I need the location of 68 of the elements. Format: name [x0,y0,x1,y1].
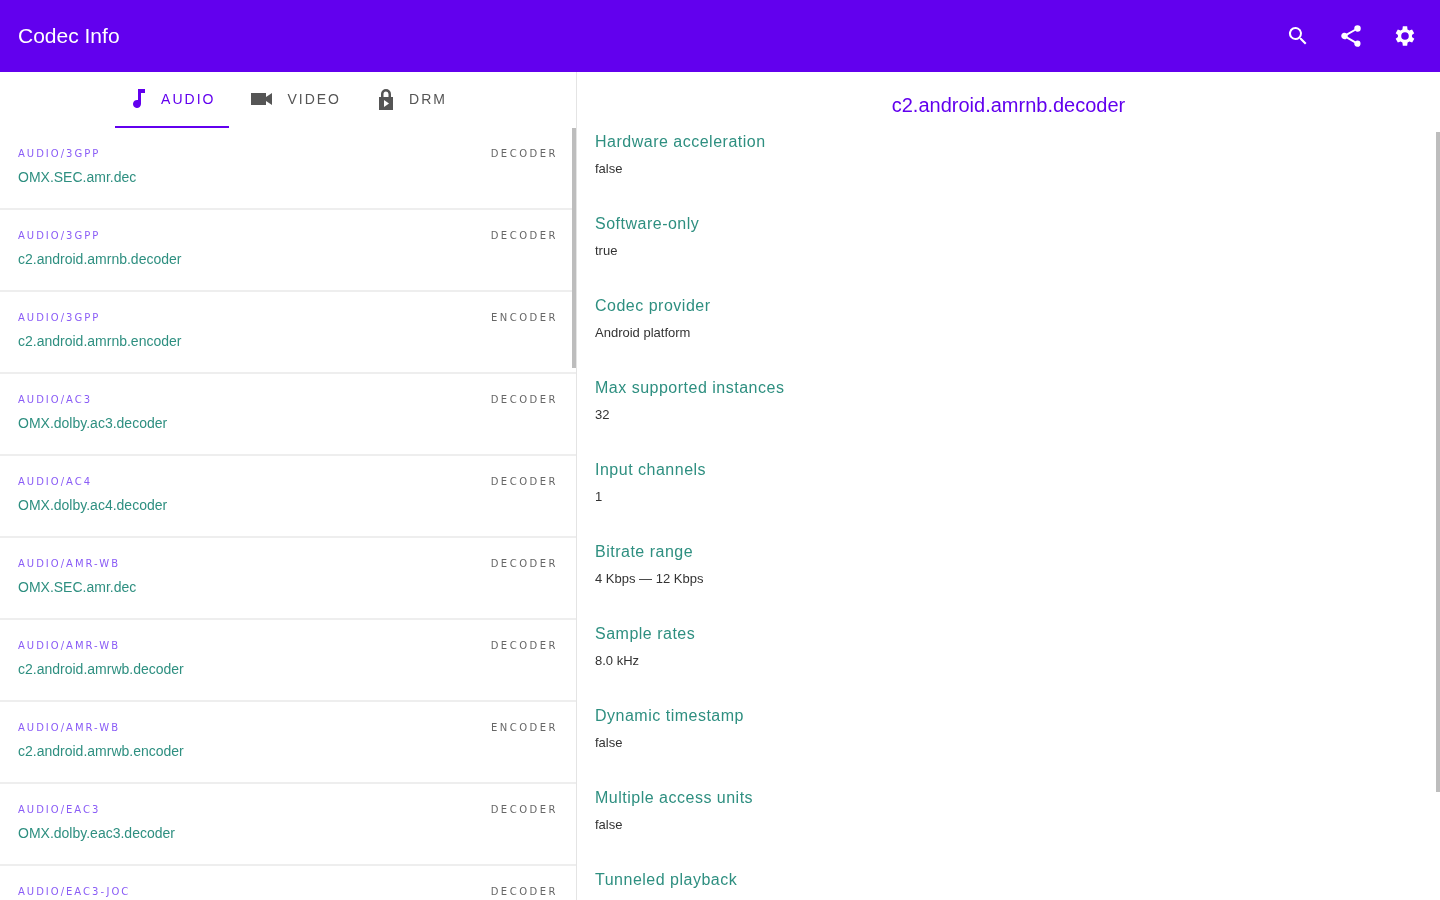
mime-type: AUDIO/AMR-WB [18,558,120,569]
mime-type: AUDIO/AC4 [18,476,93,487]
codec-type: DECODER [490,804,558,815]
codec-name: OMX.dolby.ac3.decoder [18,415,169,431]
share-icon[interactable] [1338,23,1364,49]
mime-type: AUDIO/3GPP [18,148,101,159]
codec-name: OMX.dolby.eac3.decoder [18,825,176,841]
property-label: Input channels [595,461,708,479]
codec-type: DECODER [490,148,558,159]
property-value: 8.0 kHz [595,653,641,668]
property-value: true [595,243,619,258]
property-value: Android platform [595,325,692,340]
property-value: false [595,735,624,750]
property-value: 4 Kbps — 12 Kbps [595,571,705,586]
property-value: 1 [595,489,604,504]
codec-list-item[interactable]: AUDIO/AC3 DECODER OMX.dolby.ac3.decoder [0,374,576,456]
codec-name: OMX.SEC.amr.dec [18,579,138,595]
mime-type: AUDIO/EAC3 [18,804,101,815]
mime-type: AUDIO/3GPP [18,312,101,323]
property-label: Codec provider [595,297,712,315]
codec-type: DECODER [490,640,558,651]
mime-type: AUDIO/AC3 [18,394,93,405]
property-value: false [595,161,624,176]
codec-title: c2.android.amrnb.decoder [890,94,1127,117]
codec-type: DECODER [490,476,558,487]
codec-type: ENCODER [490,312,558,323]
mime-type: AUDIO/EAC3-JOC [18,886,131,897]
scrollbar[interactable] [1436,132,1440,792]
property-label: Hardware acceleration [595,133,767,151]
property-label: Multiple access units [595,789,755,807]
property-value: false [595,817,624,832]
codec-list-item[interactable]: AUDIO/3GPP DECODER OMX.SEC.amr.dec [0,128,576,210]
mime-type: AUDIO/AMR-WB [18,640,120,651]
codec-list-item[interactable]: AUDIO/3GPP DECODER c2.android.amrnb.decoder [0,210,576,292]
property-label: Tunneled playback [595,871,739,889]
property-label: Dynamic timestamp [595,707,745,725]
codec-name: OMX.dolby.ac4.decoder [18,497,169,513]
codec-list-item[interactable]: AUDIO/AC4 DECODER OMX.dolby.ac4.decoder [0,456,576,538]
app-title: Codec Info [18,24,120,48]
codec-list-item[interactable]: AUDIO/EAC3 DECODER OMX.dolby.eac3.decoder [0,784,576,866]
codec-list-item[interactable]: AUDIO/AMR-WB DECODER OMX.SEC.amr.dec [0,538,576,620]
codec-type: ENCODER [490,722,558,733]
lock-icon [377,88,395,110]
codec-type: DECODER [490,886,558,897]
codec-type: DECODER [490,394,558,405]
tab[interactable]: VIDEO [237,72,355,128]
tab[interactable]: AUDIO [115,72,230,128]
codec-name: c2.android.amrwb.encoder [18,743,185,759]
scrollbar[interactable] [572,128,576,368]
codec-name: c2.android.amrnb.decoder [18,251,183,267]
codec-list-item[interactable]: AUDIO/3GPP ENCODER c2.android.amrnb.encoder [0,292,576,374]
codec-name: c2.android.amrwb.decoder [18,661,185,677]
tab[interactable]: DRM [363,72,461,128]
property-value: 32 [595,407,611,422]
property-label: Sample rates [595,625,697,643]
property-label: Max supported instances [595,379,786,397]
video-camera-icon [251,92,274,106]
codec-type: DECODER [490,230,558,241]
codec-name: OMX.SEC.amr.dec [18,169,138,185]
mime-type: AUDIO/3GPP [18,230,101,241]
property-label: Software-only [595,215,701,233]
codec-name: c2.android.amrnb.encoder [18,333,183,349]
codec-list-item[interactable]: AUDIO/AMR-WB DECODER c2.android.amrwb.decoder [0,620,576,702]
codec-list-item[interactable]: AUDIO/EAC3-JOC DECODER [0,866,576,900]
mime-type: AUDIO/AMR-WB [18,722,120,733]
property-label: Bitrate range [595,543,695,561]
codec-list-item[interactable]: AUDIO/AMR-WB ENCODER c2.android.amrwb.encoder [0,702,576,784]
codec-type: DECODER [490,558,558,569]
